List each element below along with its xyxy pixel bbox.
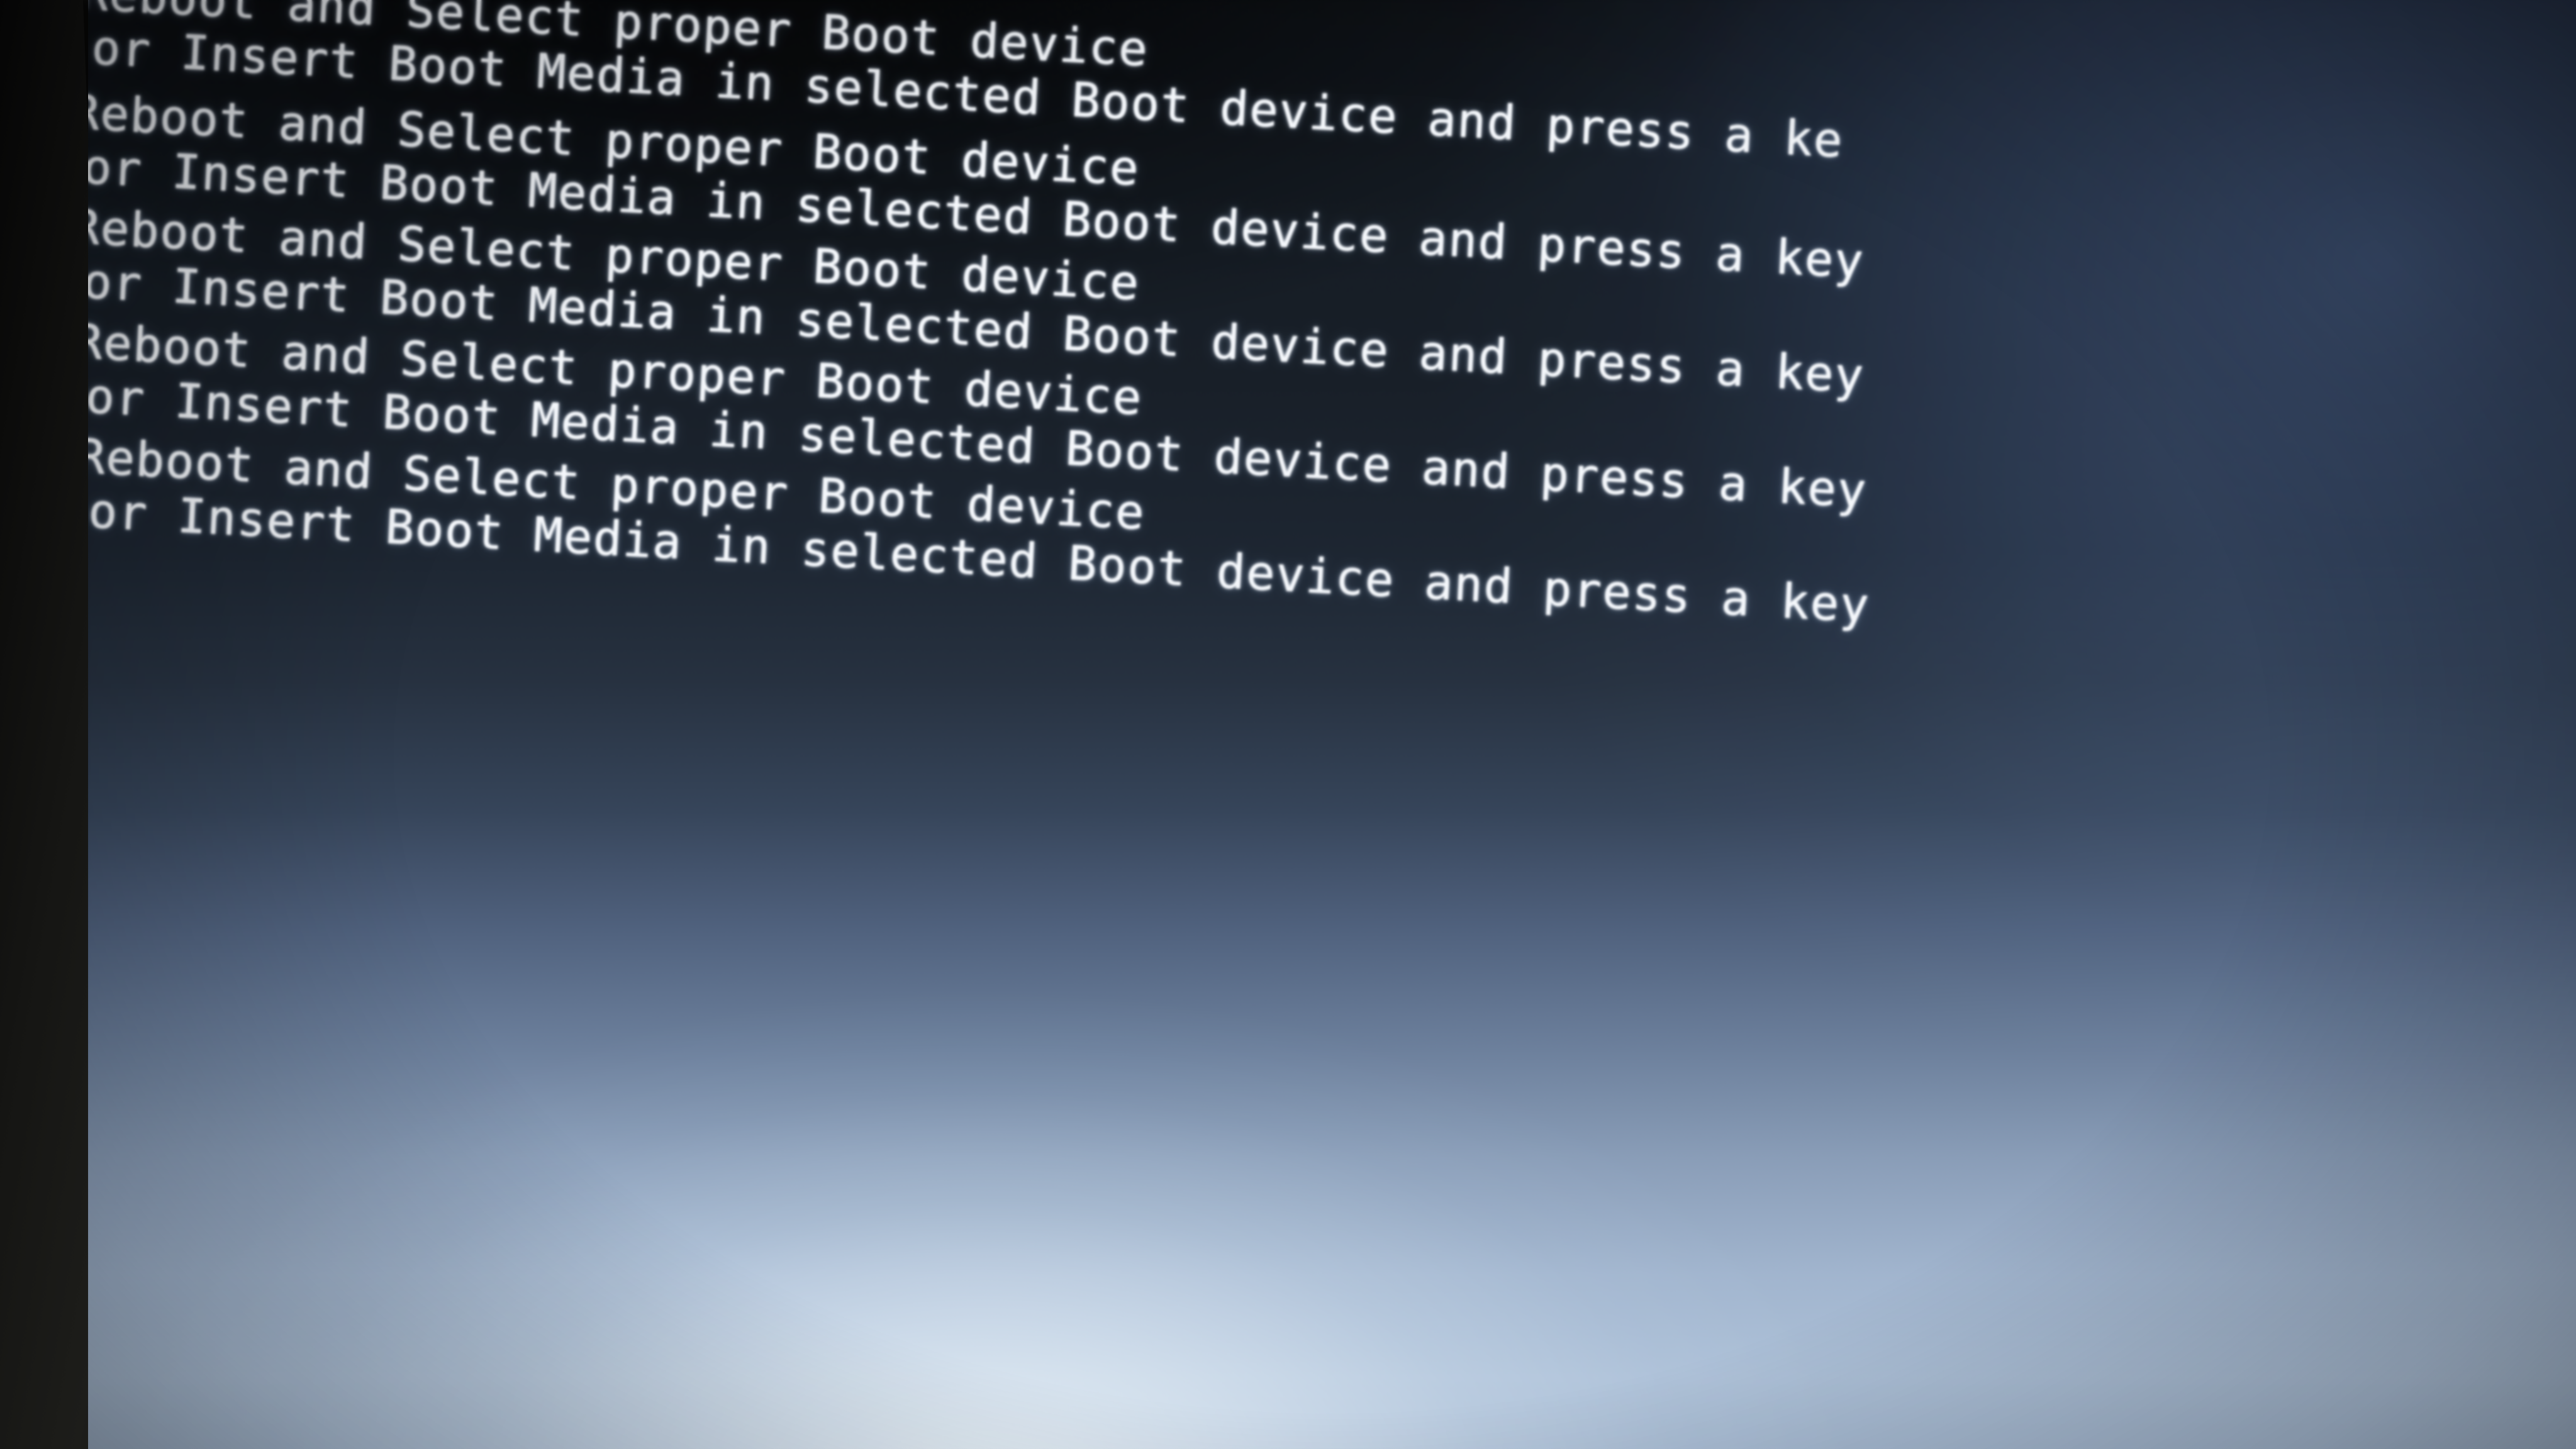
bios-text-layer: Reboot and Select proper Boot device or … <box>88 0 2572 1449</box>
monitor-photo: Reboot and Select proper Boot device or … <box>0 0 2576 1449</box>
monitor-screen: Reboot and Select proper Boot device or … <box>88 0 2576 1449</box>
